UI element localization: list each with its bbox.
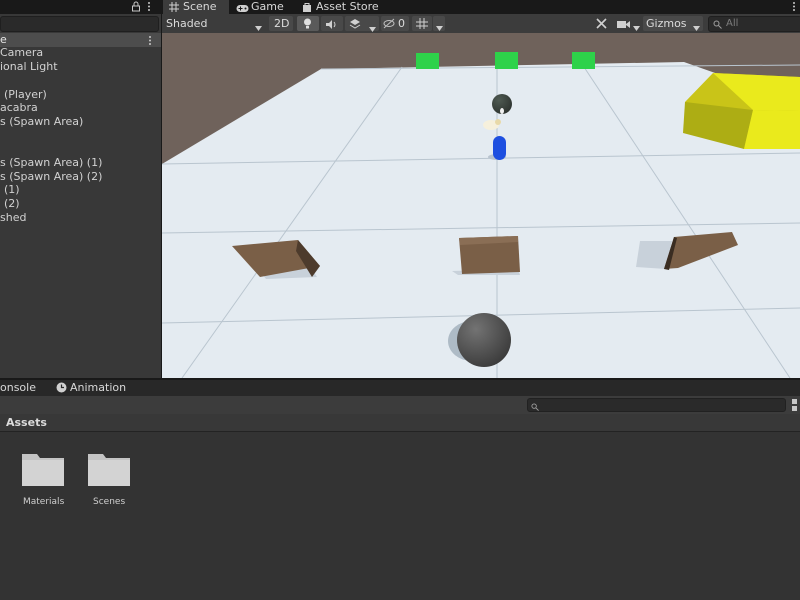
clock-icon xyxy=(56,382,67,396)
kebab-menu-icon[interactable] xyxy=(792,1,796,15)
assets-grid: Materials Scenes xyxy=(0,432,800,600)
hierarchy-item-label: (1) xyxy=(4,183,20,196)
hierarchy-item[interactable]: s (Spawn Area) (2) xyxy=(0,170,102,184)
search-icon xyxy=(531,401,539,414)
audio-toggle-button[interactable] xyxy=(321,16,343,31)
grid-snap-toggle[interactable] xyxy=(412,16,432,31)
green-marker xyxy=(572,52,595,69)
lock-icon[interactable] xyxy=(131,1,141,15)
camera-dropdown[interactable] xyxy=(614,14,642,33)
editor-top-bar: Scene Game Asset Store xyxy=(0,0,800,14)
green-marker xyxy=(416,53,439,69)
hierarchy-scene-header[interactable]: e xyxy=(0,33,161,47)
project-search-input[interactable] xyxy=(527,398,786,412)
hierarchy-item-label: s (Spawn Area) xyxy=(0,115,84,128)
hierarchy-item-label: s (Spawn Area) (1) xyxy=(0,156,103,169)
tab-asset-store-label: Asset Store xyxy=(316,0,379,13)
tab-animation[interactable]: Animation xyxy=(56,380,136,396)
hierarchy-panel: e Camera ional Light (Player) acabra s (… xyxy=(0,14,161,378)
hierarchy-item[interactable]: (2) xyxy=(4,197,20,211)
tab-animation-label: Animation xyxy=(70,381,127,394)
hierarchy-item[interactable]: ional Light xyxy=(0,60,58,74)
gizmos-label: Gizmos xyxy=(646,17,687,30)
grid-snap-dropdown[interactable] xyxy=(433,16,445,31)
bottom-tab-strip: onsole Animation xyxy=(0,380,800,396)
brown-platform xyxy=(459,236,520,274)
hierarchy-item-label: (Player) xyxy=(4,88,47,101)
kebab-menu-icon[interactable] xyxy=(147,1,151,15)
hierarchy-item[interactable]: (1) xyxy=(4,183,20,197)
scene-search-input[interactable]: All xyxy=(708,16,800,32)
hierarchy-item-label: shed xyxy=(0,211,27,224)
scene-viewport-canvas xyxy=(162,52,800,378)
scene-view[interactable] xyxy=(162,33,800,378)
hierarchy-item-label: Camera xyxy=(0,46,44,59)
tab-scene[interactable]: Scene xyxy=(163,0,229,14)
camera-icon xyxy=(617,19,630,32)
lighting-toggle-button[interactable] xyxy=(297,16,319,31)
speaker-icon xyxy=(326,19,338,32)
folder-icon xyxy=(22,450,64,489)
hierarchy-item-label: (2) xyxy=(4,197,20,210)
project-toolbar xyxy=(0,396,800,414)
hidden-objects-count: 0 xyxy=(398,17,405,30)
eye-slash-icon xyxy=(383,18,395,32)
layers-icon xyxy=(349,18,361,32)
hierarchy-item[interactable]: s (Spawn Area) (1) xyxy=(0,156,102,170)
hierarchy-item-label: s (Spawn Area) (2) xyxy=(0,170,103,183)
green-marker xyxy=(495,52,518,69)
tab-game-label: Game xyxy=(251,0,284,13)
scene-search-placeholder: All xyxy=(726,18,739,29)
hierarchy-item-label: ional Light xyxy=(0,60,58,73)
shading-mode-dropdown[interactable]: Shaded xyxy=(162,14,267,33)
lightbulb-icon xyxy=(303,18,312,32)
tab-console[interactable]: onsole xyxy=(0,380,46,396)
grid-snap-icon xyxy=(416,18,428,32)
hierarchy-search-input[interactable] xyxy=(0,16,159,32)
folder-label: Materials xyxy=(23,497,65,507)
tab-game[interactable]: Game xyxy=(231,0,307,14)
hierarchy-item[interactable]: shed xyxy=(0,211,26,225)
hierarchy-item[interactable]: s (Spawn Area) xyxy=(0,115,83,129)
hierarchy-scene-name: e xyxy=(0,33,7,46)
shading-mode-label: Shaded xyxy=(166,17,208,30)
folder-item[interactable]: Scenes xyxy=(86,450,134,514)
hidden-objects-toggle[interactable]: 0 xyxy=(381,16,409,31)
player-capsule xyxy=(493,136,506,160)
2d-toggle-label: 2D xyxy=(274,17,290,30)
folder-label: Scenes xyxy=(93,497,126,507)
2d-toggle-button[interactable]: 2D xyxy=(269,16,293,31)
tab-scene-label: Scene xyxy=(183,0,217,13)
hierarchy-item[interactable]: (Player) xyxy=(4,88,47,102)
gizmos-dropdown[interactable]: Gizmos xyxy=(643,16,703,31)
assets-breadcrumb: Assets xyxy=(0,414,800,432)
folder-icon xyxy=(88,450,130,489)
search-icon xyxy=(713,19,722,32)
tab-console-label: onsole xyxy=(0,381,36,394)
dark-sphere xyxy=(457,313,511,367)
filter-icon[interactable] xyxy=(792,399,800,414)
assets-breadcrumb-label[interactable]: Assets xyxy=(6,414,47,431)
effects-dropdown[interactable] xyxy=(345,16,379,32)
hierarchy-item[interactable]: Camera xyxy=(0,46,43,60)
tools-icon[interactable] xyxy=(595,17,608,33)
folder-item[interactable]: Materials xyxy=(18,450,70,514)
hierarchy-item[interactable]: acabra xyxy=(0,101,38,115)
hierarchy-item-label: acabra xyxy=(0,101,38,114)
scene-toolbar: Shaded 2D 0 Gizmos All xyxy=(162,14,800,34)
kebab-menu-icon[interactable] xyxy=(148,35,152,49)
tab-asset-store[interactable]: Asset Store xyxy=(302,0,392,14)
